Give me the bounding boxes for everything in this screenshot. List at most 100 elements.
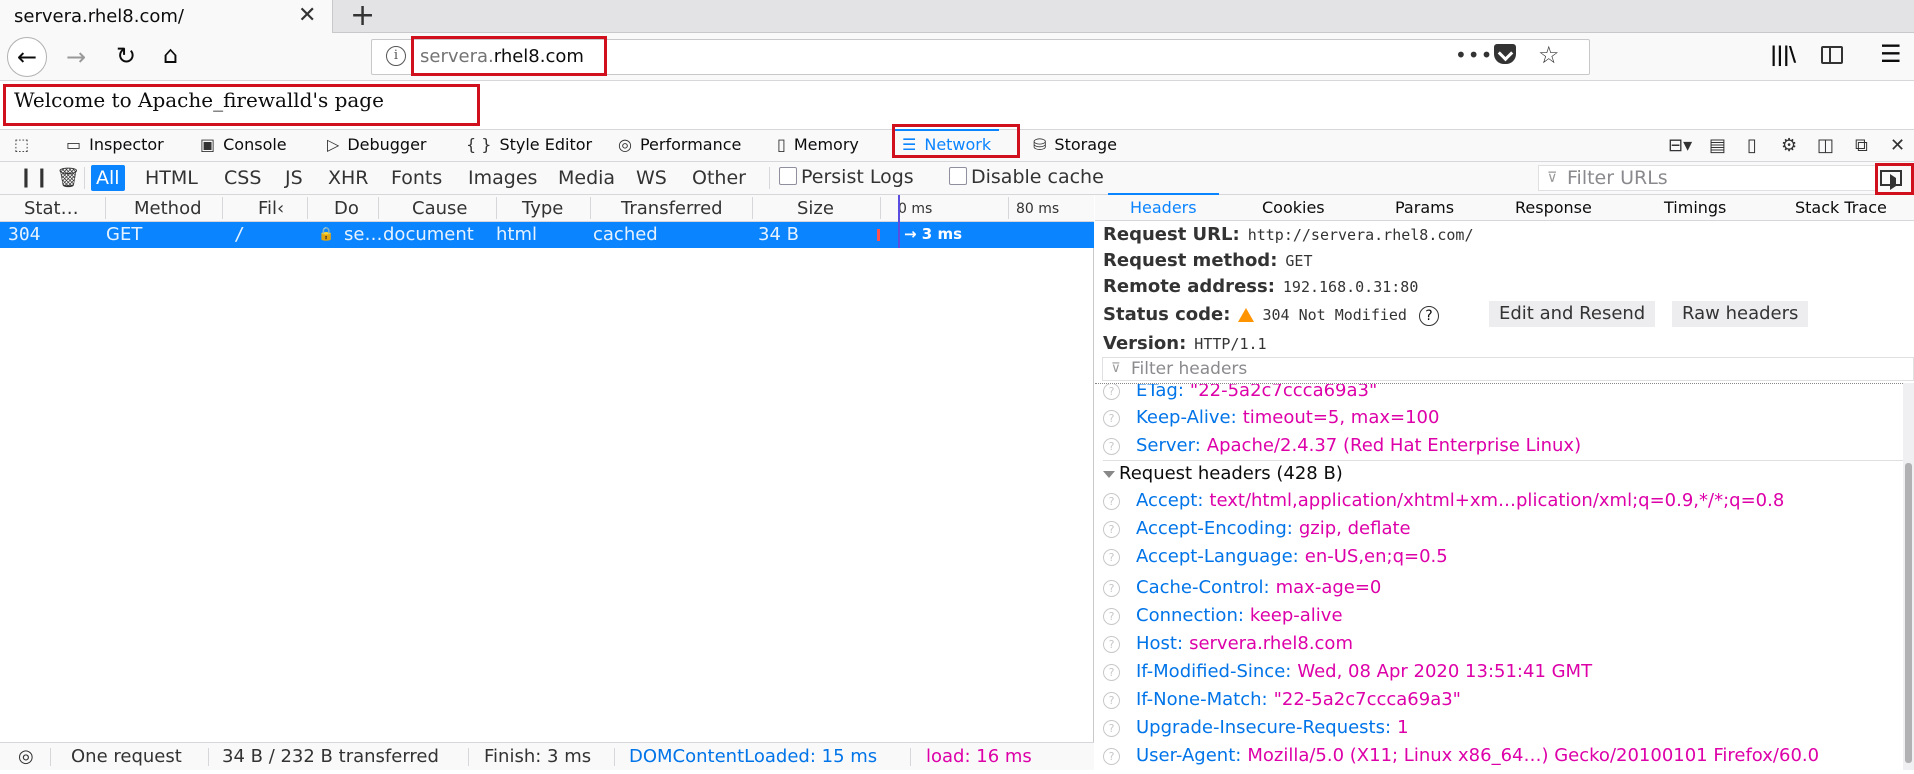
column-transferred[interactable]: Transferred bbox=[621, 198, 723, 219]
list-item[interactable]: ? ETag: "22-5a2c7ccca69a3" bbox=[1103, 384, 1377, 401]
details-tabs: Headers Cookies Params Response Timings … bbox=[1095, 193, 1914, 221]
pause-icon[interactable]: ❙❙ bbox=[18, 166, 50, 188]
waterfall-bar bbox=[877, 229, 880, 241]
element-picker-icon[interactable]: ⬚ bbox=[14, 135, 37, 154]
list-item[interactable]: ? Server: Apache/2.4.37 (Red Hat Enterpris… bbox=[1103, 435, 1581, 456]
help-icon[interactable]: ? bbox=[1418, 306, 1439, 326]
column-type[interactable]: Type bbox=[522, 198, 563, 219]
tab-stack-trace[interactable]: Stack Trace bbox=[1795, 198, 1887, 217]
url-text[interactable]: servera.rhel8.com bbox=[420, 46, 584, 67]
waterfall-timing-label: → 3 ms bbox=[904, 225, 963, 243]
column-cause[interactable]: Cause bbox=[412, 198, 467, 219]
persist-logs-checkbox[interactable]: Persist Logs bbox=[779, 166, 914, 188]
tab-style-editor[interactable]: { } Style Editor bbox=[466, 135, 592, 154]
help-icon: ? bbox=[1103, 608, 1120, 625]
waterfall-marker bbox=[898, 195, 900, 248]
list-item[interactable]: ? Connection: keep-alive bbox=[1103, 605, 1343, 626]
tab-cookies[interactable]: Cookies bbox=[1262, 198, 1325, 217]
filter-headers-input[interactable]: Filter headers bbox=[1102, 357, 1914, 381]
column-file[interactable]: Fil‹ bbox=[258, 198, 284, 219]
filter-images[interactable]: Images bbox=[463, 165, 542, 191]
list-item[interactable]: ? Accept-Encoding: gzip, deflate bbox=[1103, 518, 1411, 539]
column-size[interactable]: Size bbox=[797, 198, 834, 219]
filter-ws[interactable]: WS bbox=[631, 165, 672, 191]
filter-urls-input[interactable]: Filter URLs bbox=[1538, 165, 1878, 191]
close-devtools-icon[interactable]: ✕ bbox=[1890, 135, 1905, 156]
waterfall-tick-80: 80 ms bbox=[1016, 201, 1060, 217]
settings-gear-icon[interactable]: ⚙ bbox=[1781, 135, 1797, 156]
table-row[interactable]: 304 GET / 🔒 se… document html cached 34 … bbox=[0, 195, 1094, 248]
disable-cache-checkbox[interactable]: Disable cache bbox=[949, 166, 1104, 188]
navigation-bar: ← → ↻ ⌂ i servera.rhel8.com ••• ☆ |||\ ☰ bbox=[0, 33, 1914, 81]
filter-xhr[interactable]: XHR bbox=[323, 165, 374, 191]
close-tab-icon[interactable]: ✕ bbox=[298, 3, 316, 28]
filter-fonts[interactable]: Fonts bbox=[386, 165, 447, 191]
tab-params[interactable]: Params bbox=[1395, 198, 1454, 217]
column-domain[interactable]: Do bbox=[334, 198, 359, 219]
help-icon: ? bbox=[1103, 438, 1120, 455]
home-icon[interactable]: ⌂ bbox=[163, 41, 178, 69]
back-arrow-icon[interactable]: ← bbox=[7, 37, 47, 77]
column-status[interactable]: Stat… bbox=[24, 198, 79, 219]
trash-icon[interactable]: 🗑 bbox=[56, 166, 80, 189]
list-item[interactable]: ? Upgrade-Insecure-Requests: 1 bbox=[1103, 717, 1409, 738]
storage-icon: ⛁ bbox=[1033, 135, 1047, 154]
column-method[interactable]: Method bbox=[134, 198, 202, 219]
performance-analysis-icon[interactable]: ◎ bbox=[18, 746, 34, 767]
list-item[interactable]: ? Accept-Language: en-US,en;q=0.5 bbox=[1103, 546, 1448, 567]
tab-debugger[interactable]: ▷ Debugger bbox=[327, 135, 427, 154]
list-item[interactable]: ? Keep-Alive: timeout=5, max=100 bbox=[1103, 407, 1439, 428]
separate-window-icon[interactable]: ⧉ bbox=[1855, 135, 1868, 156]
page-content: Welcome to Apache_firewalld's page bbox=[0, 81, 1914, 129]
request-count: One request bbox=[71, 746, 182, 767]
list-item[interactable]: ? User-Agent: Mozilla/5.0 (X11; Linux x86_… bbox=[1103, 745, 1819, 766]
list-item[interactable]: ? If-None-Match: "22-5a2c7ccca69a3" bbox=[1103, 689, 1461, 710]
scrollbar-thumb[interactable] bbox=[1905, 463, 1912, 763]
filter-html[interactable]: HTML bbox=[140, 165, 203, 191]
page-actions-icon[interactable]: ••• bbox=[1455, 43, 1493, 67]
toggle-details-panel-icon[interactable] bbox=[1880, 170, 1902, 190]
browser-tab[interactable]: servera.rhel8.com/ ✕ bbox=[0, 0, 333, 33]
responsive-mode-icon[interactable]: ▯ bbox=[1747, 135, 1757, 156]
filter-all[interactable]: All bbox=[91, 165, 125, 191]
reload-icon[interactable]: ↻ bbox=[116, 42, 136, 70]
raw-headers-button[interactable]: Raw headers bbox=[1672, 301, 1809, 327]
tab-performance[interactable]: ◎ Performance bbox=[618, 135, 741, 154]
pocket-icon[interactable] bbox=[1494, 44, 1516, 64]
new-tab-icon[interactable]: + bbox=[350, 0, 375, 33]
list-item[interactable]: ? If-Modified-Since: Wed, 08 Apr 2020 13:5… bbox=[1103, 661, 1592, 682]
filter-other[interactable]: Other bbox=[687, 165, 751, 191]
forward-arrow-icon[interactable]: → bbox=[66, 43, 86, 71]
request-url-value[interactable]: http://servera.rhel8.com/ bbox=[1248, 226, 1474, 244]
tab-memory[interactable]: ▯ Memory bbox=[777, 135, 859, 154]
tab-network[interactable]: ☰ Network bbox=[893, 129, 1000, 154]
filter-js[interactable]: JS bbox=[280, 165, 308, 191]
screenshot-icon[interactable]: ▤ bbox=[1709, 135, 1726, 156]
library-icon[interactable]: |||\ bbox=[1770, 42, 1796, 66]
tab-inspector[interactable]: ▭ Inspector bbox=[66, 135, 164, 154]
tab-timings[interactable]: Timings bbox=[1664, 198, 1726, 217]
dock-side-icon[interactable]: ◫ bbox=[1817, 135, 1834, 156]
sidebar-icon[interactable] bbox=[1821, 46, 1843, 64]
edit-and-resend-button[interactable]: Edit and Resend bbox=[1489, 301, 1656, 327]
split-console-icon[interactable]: ⊟▾ bbox=[1668, 135, 1692, 156]
tab-headers[interactable]: Headers bbox=[1108, 193, 1219, 217]
request-url-line: Request URL: http://servera.rhel8.com/ bbox=[1103, 224, 1474, 245]
bookmark-star-icon[interactable]: ☆ bbox=[1538, 41, 1560, 69]
cell-type: html bbox=[496, 224, 538, 245]
tab-console[interactable]: ▣ Console bbox=[200, 135, 287, 154]
list-item[interactable]: ? Host: servera.rhel8.com bbox=[1103, 633, 1353, 654]
version-line: Version: HTTP/1.1 bbox=[1103, 333, 1267, 354]
info-icon[interactable]: i bbox=[386, 46, 406, 66]
url-bar[interactable]: i servera.rhel8.com ••• ☆ bbox=[371, 39, 1590, 75]
broken-lock-icon: 🔒 bbox=[318, 227, 335, 242]
tab-storage[interactable]: ⛁ Storage bbox=[1033, 135, 1117, 154]
filter-media[interactable]: Media bbox=[553, 165, 620, 191]
filter-css[interactable]: CSS bbox=[219, 165, 266, 191]
hamburger-menu-icon[interactable]: ☰ bbox=[1880, 40, 1902, 68]
headers-scrollbar[interactable] bbox=[1903, 383, 1914, 770]
list-item[interactable]: ? Cache-Control: max-age=0 bbox=[1103, 577, 1381, 598]
request-headers-section-title[interactable]: Request headers (428 B) bbox=[1103, 460, 1903, 486]
tab-response[interactable]: Response bbox=[1515, 198, 1592, 217]
list-item[interactable]: ? Accept: text/html,application/xhtml+xm…p… bbox=[1103, 490, 1784, 511]
